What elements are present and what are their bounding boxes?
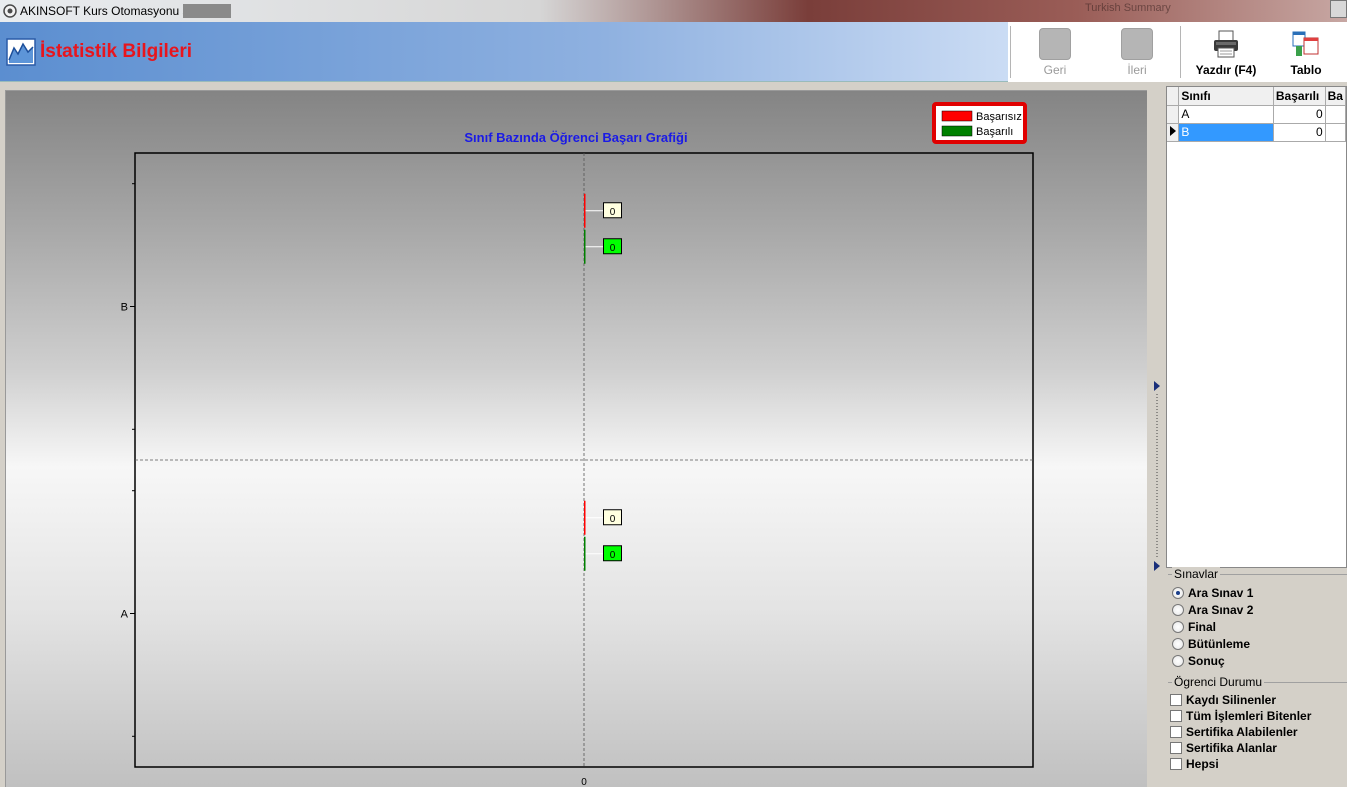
checkbox-icon	[1170, 726, 1182, 738]
cell-sinifi[interactable]: A	[1178, 105, 1274, 124]
radio-icon	[1172, 587, 1184, 599]
checkbox-kaydi-silinenler[interactable]: Kaydı Silinenler	[1170, 692, 1276, 708]
statistics-icon	[6, 38, 36, 66]
grid-header-row: Sınıfı Başarılı Ba	[1167, 87, 1346, 106]
ogrenci-durumu-group: Ögrenci Durumu Kaydı Silinenler Tüm İşle…	[1168, 675, 1347, 782]
row-indicator	[1167, 123, 1180, 142]
x-tick-label: 0	[581, 777, 587, 787]
cell-ba[interactable]	[1325, 123, 1346, 142]
cell-basarili[interactable]: 0	[1273, 105, 1326, 124]
printer-icon	[1214, 30, 1238, 58]
legend-swatch-basarisiz	[941, 110, 973, 122]
redacted-title-part	[183, 4, 231, 18]
back-icon	[1039, 28, 1071, 60]
chart-panel: Sınıf Bazında Öğrenci Başarı Grafiği 0 A 0…	[5, 90, 1147, 787]
app-icon	[3, 4, 17, 18]
bar	[584, 229, 586, 264]
radio-icon	[1172, 638, 1184, 650]
ileri-label: İleri	[1127, 63, 1147, 77]
toolbar-separator	[1010, 26, 1011, 78]
column-header-ba[interactable]: Ba	[1325, 87, 1346, 106]
radio-label: Bütünleme	[1188, 637, 1251, 651]
bar	[584, 193, 586, 228]
page-title: İstatistik Bilgileri	[40, 41, 193, 62]
checkbox-icon	[1170, 758, 1182, 770]
checkbox-icon	[1170, 710, 1182, 722]
table-row[interactable]: B 0	[1167, 123, 1346, 142]
y-tick-label: B	[121, 302, 128, 314]
column-header-sinifi[interactable]: Sınıfı	[1178, 87, 1274, 106]
sinavlar-title: Sınavlar	[1172, 567, 1221, 581]
checkbox-label: Tüm İşlemleri Bitenler	[1186, 709, 1312, 723]
geri-label: Geri	[1043, 63, 1067, 77]
checkbox-label: Hepsi	[1186, 757, 1219, 771]
data-label: 0	[610, 243, 616, 254]
table-row[interactable]: A 0	[1167, 105, 1346, 124]
radio-label: Final	[1188, 620, 1217, 634]
current-row-arrow-icon	[1170, 126, 1176, 136]
tablo-button[interactable]: Tablo	[1276, 22, 1336, 82]
data-label: 0	[610, 550, 616, 561]
radio-label: Ara Sınav 2	[1188, 603, 1254, 617]
checkbox-label: Sertifika Alabilenler	[1186, 725, 1298, 739]
y-tick-label: A	[121, 609, 129, 621]
cell-basarili[interactable]: 0	[1273, 123, 1326, 142]
cell-sinifi[interactable]: B	[1178, 123, 1274, 142]
ogrenci-durumu-title: Ögrenci Durumu	[1172, 675, 1265, 689]
column-header-basarili[interactable]: Başarılı	[1273, 87, 1326, 106]
yazdir-button[interactable]: Yazdır (F4)	[1188, 22, 1264, 82]
row-indicator	[1167, 105, 1180, 124]
checkbox-label: Kaydı Silinenler	[1186, 693, 1277, 707]
geri-button[interactable]: Geri	[1020, 22, 1090, 82]
radio-sonuc[interactable]: Sonuç	[1172, 653, 1225, 669]
radio-final[interactable]: Final	[1172, 619, 1216, 635]
chart-title: Sınıf Bazında Öğrenci Başarı Grafiği	[464, 130, 687, 145]
checkbox-sertifika-alabilenler[interactable]: Sertifika Alabilenler	[1170, 724, 1298, 740]
radio-icon	[1172, 621, 1184, 633]
checkbox-icon	[1170, 742, 1182, 754]
class-data-grid[interactable]: Sınıfı Başarılı Ba A 0 B 0	[1166, 86, 1347, 568]
radio-ara-sinav-2[interactable]: Ara Sınav 2	[1172, 602, 1253, 618]
radio-ara-sinav-1[interactable]: Ara Sınav 1	[1172, 585, 1253, 601]
cell-ba[interactable]	[1325, 105, 1346, 124]
legend-swatch-basarili	[941, 125, 973, 137]
toolbar-separator	[1180, 26, 1181, 78]
right-panel: Sınıfı Başarılı Ba A 0 B 0 Sınavlar Ara …	[1164, 86, 1347, 787]
window-title: AKINSOFT Kurs Otomasyonu s	[20, 4, 189, 18]
titlebar-right-text: Turkish Summary	[1085, 2, 1171, 14]
grid-indicator-header	[1167, 87, 1180, 106]
tablo-label: Tablo	[1290, 63, 1322, 77]
radio-label: Ara Sınav 1	[1188, 586, 1254, 600]
radio-label: Sonuç	[1188, 654, 1225, 668]
checkbox-hepsi[interactable]: Hepsi	[1170, 756, 1219, 772]
bar	[584, 536, 586, 571]
checkbox-tum-islemleri-bitenler[interactable]: Tüm İşlemleri Bitenler	[1170, 708, 1311, 724]
legend-label-basarili: Başarılı	[976, 126, 1013, 138]
legend-label-basarisiz: Başarısız	[976, 111, 1022, 123]
toolbar: Geri İleri Yazdır (F4) Tablo	[1008, 22, 1347, 82]
window-title-bar: AKINSOFT Kurs Otomasyonu s Turkish Summa…	[0, 0, 1347, 22]
window-control-button[interactable]	[1330, 0, 1347, 18]
sinavlar-group: Sınavlar Ara Sınav 1 Ara Sınav 2 Final B…	[1168, 567, 1347, 670]
radio-icon	[1172, 604, 1184, 616]
checkbox-icon	[1170, 694, 1182, 706]
checkbox-sertifika-alanlar[interactable]: Sertifika Alanlar	[1170, 740, 1277, 756]
ileri-button[interactable]: İleri	[1102, 22, 1172, 82]
yazdir-label: Yazdır (F4)	[1195, 63, 1257, 77]
student-success-chart: Sınıf Bazında Öğrenci Başarı Grafiği 0 A 0…	[121, 102, 1034, 787]
table-icon	[1292, 31, 1319, 56]
data-label: 0	[610, 514, 616, 525]
panel-splitter[interactable]	[1150, 90, 1164, 787]
checkbox-label: Sertifika Alanlar	[1186, 741, 1277, 755]
chart-legend: Başarısız Başarılı	[932, 102, 1027, 144]
data-label: 0	[610, 207, 616, 218]
forward-icon	[1121, 28, 1153, 60]
splitter-handle-icon	[1154, 381, 1160, 571]
bar	[584, 500, 586, 535]
radio-butunleme[interactable]: Bütünleme	[1172, 636, 1250, 652]
radio-icon	[1172, 655, 1184, 667]
